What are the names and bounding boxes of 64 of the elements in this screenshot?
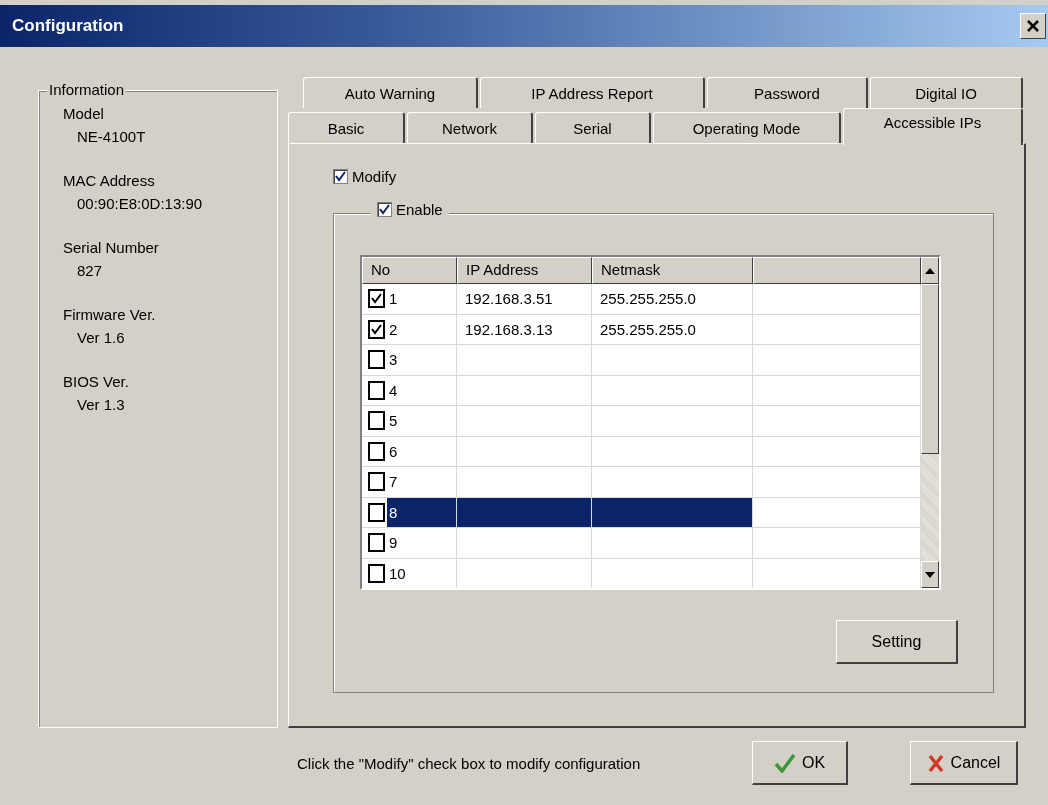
tab[interactable]: Serial — [535, 112, 651, 143]
column-header[interactable] — [753, 257, 921, 284]
table-cell[interactable]: 1 — [362, 284, 457, 315]
table-cell[interactable]: 10 — [362, 558, 457, 588]
tab[interactable]: Auto Warning — [303, 77, 478, 108]
field-label: Firmware Ver. — [63, 306, 157, 323]
ok-button[interactable]: OK — [752, 741, 848, 785]
checkbox[interactable] — [368, 411, 385, 431]
cross-icon — [926, 752, 945, 773]
table-cell: 192.168.3.13 — [457, 314, 592, 345]
tab[interactable]: Password — [707, 77, 868, 108]
checkbox[interactable] — [368, 319, 385, 339]
check-icon — [379, 204, 390, 215]
field-value: 00:90:E8:0D:13:90 — [76, 195, 204, 212]
table-cell[interactable]: 6 — [362, 436, 457, 467]
table-cell[interactable]: 4 — [362, 375, 457, 406]
check-icon — [371, 293, 382, 305]
column-header[interactable]: IP Address — [457, 257, 592, 284]
window-title: Configuration — [12, 16, 124, 36]
hint-text: Click the "Modify" check box to modify configuration — [297, 754, 642, 772]
table-cell: 192.168.3.51 — [457, 284, 592, 315]
tab[interactable]: Digital IO — [870, 77, 1023, 108]
table-cell: 255.255.255.0 — [592, 314, 753, 345]
check-icon — [371, 323, 382, 335]
field-value: Ver 1.3 — [76, 396, 126, 413]
close-icon — [1025, 18, 1041, 34]
checkbox[interactable] — [368, 441, 385, 461]
tab[interactable]: Accessible IPs — [843, 108, 1023, 145]
field-label: Serial Number — [63, 239, 160, 256]
checkbox[interactable] — [368, 289, 385, 309]
tab[interactable]: Operating Mode — [653, 112, 841, 143]
cancel-button[interactable]: Cancel — [910, 741, 1018, 785]
tab[interactable]: Basic — [288, 112, 405, 143]
checkbox[interactable]: Modify — [333, 168, 397, 185]
scrollbar[interactable] — [921, 257, 939, 588]
table-cell: 255.255.255.0 — [592, 284, 753, 315]
column-header[interactable]: Netmask — [592, 257, 753, 284]
checkbox[interactable] — [368, 563, 385, 583]
checkbox[interactable] — [368, 533, 385, 553]
table-cell[interactable]: 2 — [362, 314, 457, 345]
field-label: MAC Address — [63, 172, 156, 189]
table-cell[interactable]: 5 — [362, 406, 457, 437]
tab[interactable]: Network — [407, 112, 533, 143]
field-value: 827 — [76, 262, 104, 279]
checkbox[interactable] — [368, 350, 385, 370]
group-title: Information — [47, 81, 127, 98]
table-cell[interactable]: 7 — [362, 467, 457, 498]
field-label: Model — [63, 105, 105, 122]
scroll-down-icon[interactable] — [925, 571, 935, 578]
checkbox[interactable] — [368, 472, 385, 492]
close-button[interactable] — [1020, 13, 1046, 39]
field-value: Ver 1.6 — [76, 329, 126, 346]
setting-button[interactable]: Setting — [836, 620, 958, 664]
table-cell[interactable]: 3 — [362, 345, 457, 376]
check-icon — [773, 752, 796, 773]
checkbox[interactable] — [368, 502, 385, 522]
scroll-up-icon[interactable] — [925, 267, 935, 274]
table-cell[interactable]: 9 — [362, 528, 457, 559]
field-label: BIOS Ver. — [63, 373, 130, 390]
field-value: NE-4100T — [76, 128, 147, 145]
check-icon — [335, 171, 346, 182]
tab[interactable]: IP Address Report — [480, 77, 705, 108]
column-header[interactable]: No — [362, 257, 457, 284]
checkbox[interactable] — [368, 380, 385, 400]
